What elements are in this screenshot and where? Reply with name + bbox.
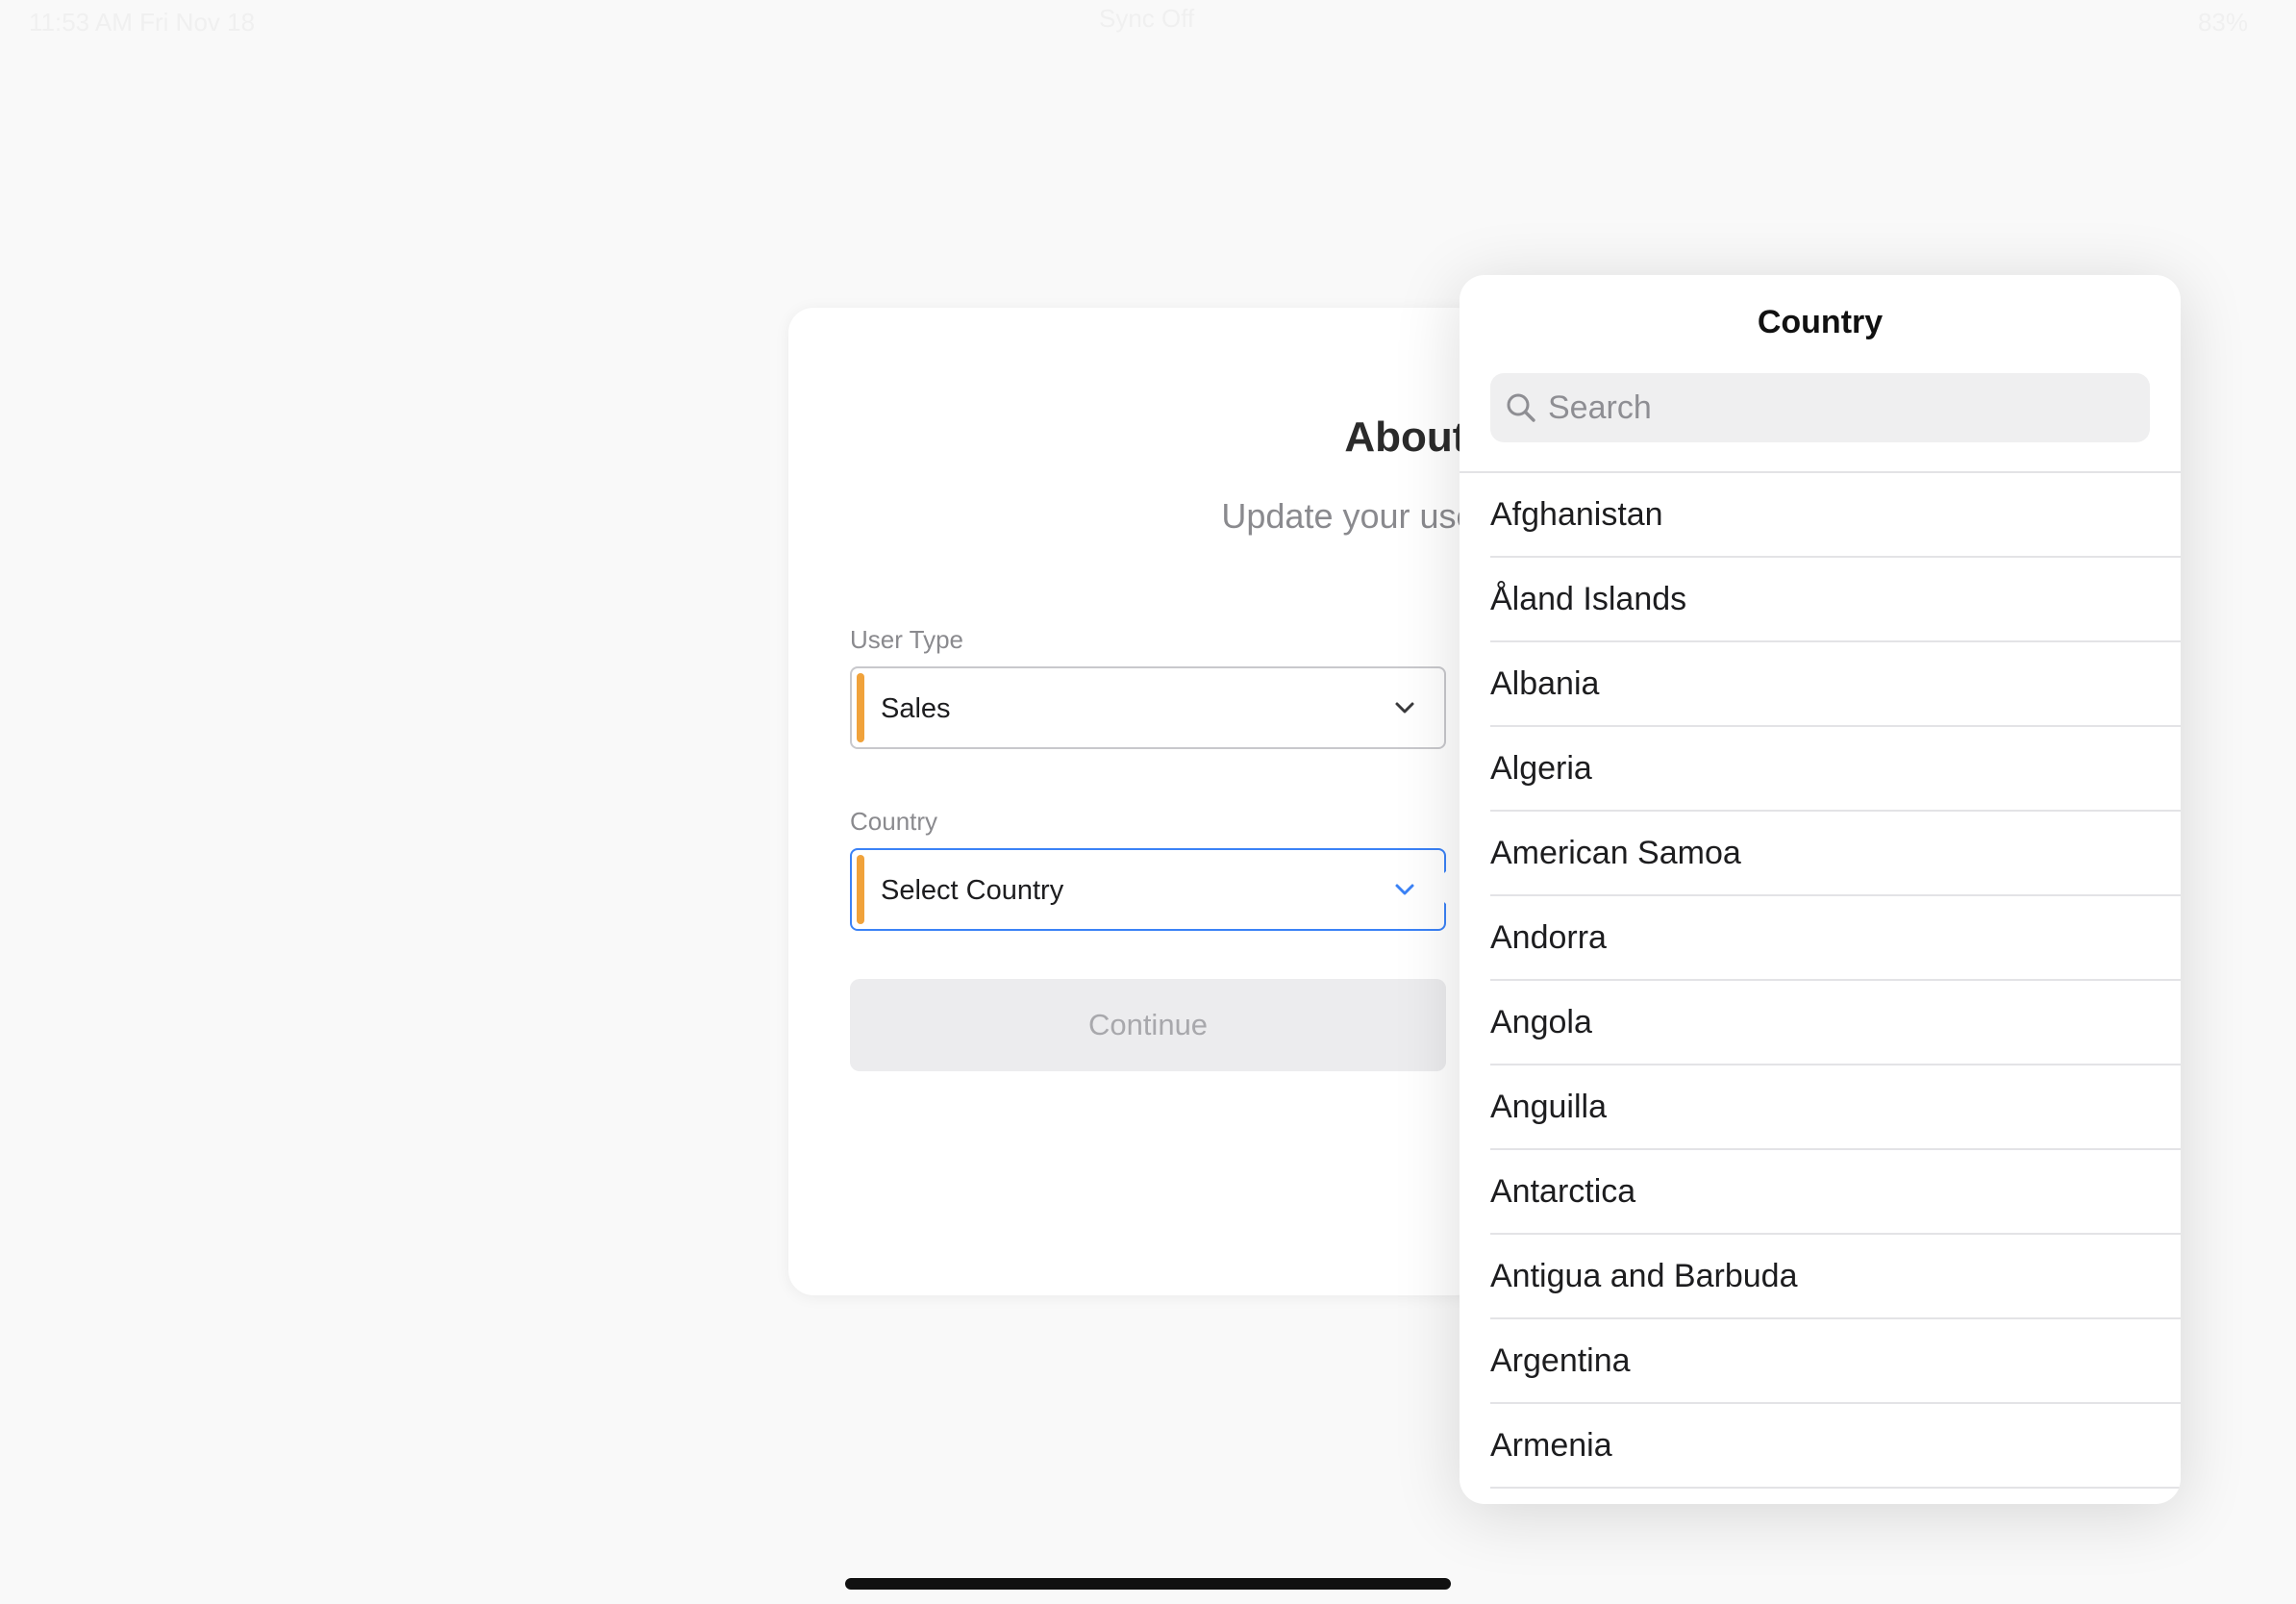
chevron-down-icon xyxy=(1395,884,1414,895)
list-item[interactable]: Antigua and Barbuda xyxy=(1490,1235,2181,1319)
list-item[interactable]: American Samoa xyxy=(1490,812,2181,896)
user-type-label: User Type xyxy=(850,625,964,654)
user-type-value: Sales xyxy=(881,693,951,724)
list-item[interactable]: Åland Islands xyxy=(1490,558,2181,642)
home-indicator[interactable] xyxy=(845,1578,1451,1590)
search-icon xyxy=(1507,393,1535,422)
list-item[interactable]: Armenia xyxy=(1490,1404,2181,1489)
search-input[interactable] xyxy=(1548,373,2125,442)
list-item[interactable]: Angola xyxy=(1490,981,2181,1065)
list-item[interactable]: Albania xyxy=(1490,642,2181,727)
country-label: Country xyxy=(850,807,938,836)
list-item[interactable]: Afghanistan xyxy=(1490,473,2181,558)
about-you-card: About You Update your user information. … xyxy=(788,308,1678,1295)
country-value: Select Country xyxy=(881,875,1064,906)
list-item[interactable]: Algeria xyxy=(1490,727,2181,812)
country-list: Afghanistan Åland Islands Albania Algeri… xyxy=(1490,473,2181,1489)
list-item[interactable]: Andorra xyxy=(1490,896,2181,981)
popover-title: Country xyxy=(1757,304,1884,340)
country-popover: Country Afghanistan Åland Islands Albani… xyxy=(1460,275,2181,1504)
required-accent xyxy=(857,855,864,924)
status-bar: 11:53 AM Fri Nov 18 Sync Off 83% xyxy=(0,0,2296,42)
status-time-date: 11:53 AM Fri Nov 18 xyxy=(29,8,256,37)
list-item[interactable]: Antarctica xyxy=(1490,1150,2181,1235)
status-battery: 83% xyxy=(2197,8,2248,37)
country-select[interactable]: Select Country xyxy=(850,848,1446,931)
chevron-down-icon xyxy=(1395,702,1414,714)
continue-button[interactable]: Continue xyxy=(850,979,1446,1071)
search-field[interactable] xyxy=(1490,373,2150,442)
user-type-select[interactable]: Sales xyxy=(850,666,1446,749)
status-sync: Sync Off xyxy=(1099,4,1195,33)
list-item[interactable]: Argentina xyxy=(1490,1319,2181,1404)
list-item[interactable]: Anguilla xyxy=(1490,1065,2181,1150)
required-accent xyxy=(857,673,864,742)
